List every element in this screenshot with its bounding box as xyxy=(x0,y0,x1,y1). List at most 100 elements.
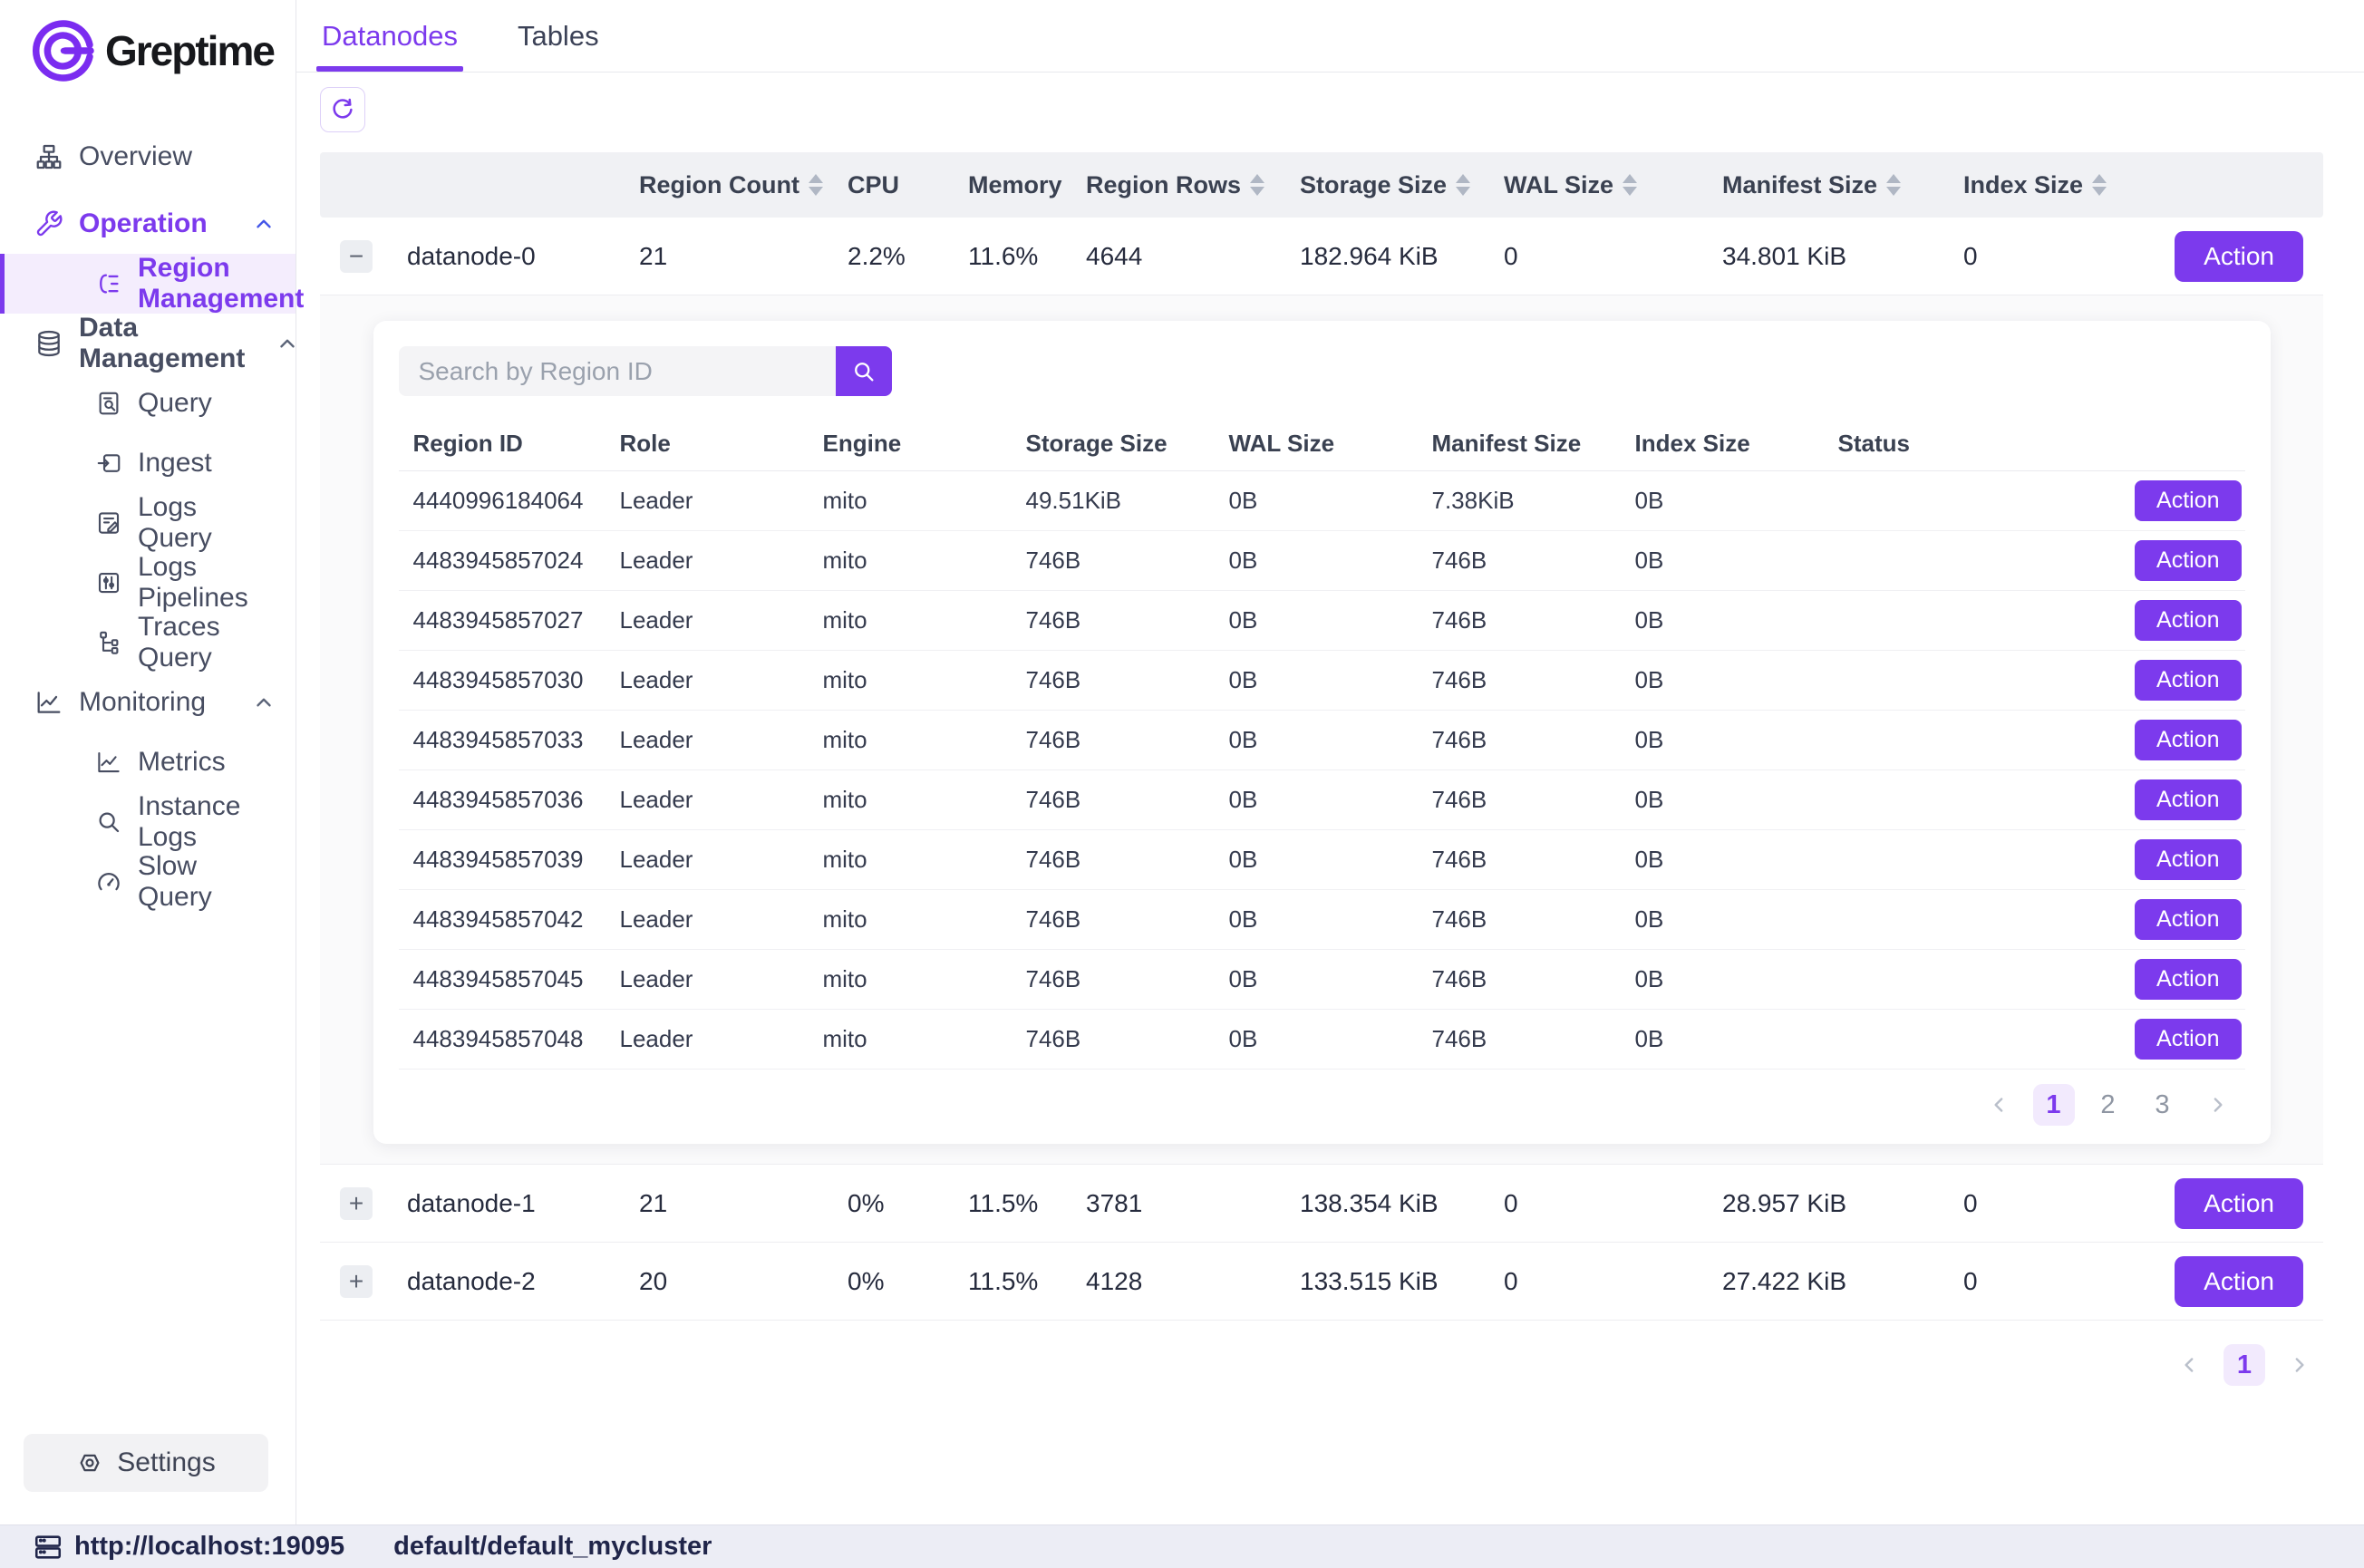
col-region-rows[interactable]: Region Rows xyxy=(1071,171,1285,199)
region-id-value: 4483945857027 xyxy=(399,606,606,634)
sort-icon[interactable] xyxy=(2092,174,2107,196)
region-rows-value: 4128 xyxy=(1071,1267,1285,1296)
region-panel: Region ID Role Engine Storage Size WAL S… xyxy=(373,321,2271,1144)
storage-size-value: 746B xyxy=(1012,905,1215,934)
sidebar-item-slow-query[interactable]: Slow Query xyxy=(0,852,296,912)
region-action-button[interactable]: Action xyxy=(2135,540,2241,581)
region-search-button[interactable] xyxy=(836,346,892,396)
sidebar-item-label: Slow Query xyxy=(138,851,276,913)
sidebar-item-query[interactable]: Query xyxy=(0,373,296,433)
page-1[interactable]: 1 xyxy=(2224,1344,2265,1386)
page-1[interactable]: 1 xyxy=(2033,1084,2075,1126)
engine-value: mito xyxy=(809,666,1012,694)
settings-button[interactable]: Settings xyxy=(24,1434,268,1492)
storage-size-value: 182.964 KiB xyxy=(1285,242,1489,271)
next-page-icon[interactable] xyxy=(2196,1084,2238,1126)
index-size-value: 0B xyxy=(1621,666,1824,694)
index-size-value: 0B xyxy=(1621,606,1824,634)
region-id-value: 4483945857048 xyxy=(399,1025,606,1053)
manifest-size-value: 746B xyxy=(1418,846,1621,874)
server-url[interactable]: http://localhost:19095 xyxy=(74,1532,344,1562)
sort-icon[interactable] xyxy=(1456,174,1470,196)
wrench-icon xyxy=(34,209,63,238)
col-storage-size[interactable]: Storage Size xyxy=(1285,171,1489,199)
region-row: 4483945857027 Leader mito 746B 0B 746B 0… xyxy=(399,591,2245,651)
sidebar-section-data-management[interactable]: Data Management xyxy=(0,314,296,373)
region-action-button[interactable]: Action xyxy=(2135,720,2241,760)
sort-icon[interactable] xyxy=(1250,174,1264,196)
region-action-button[interactable]: Action xyxy=(2135,660,2241,701)
region-count-value: 21 xyxy=(625,242,833,271)
prev-page-icon[interactable] xyxy=(1979,1084,2020,1126)
page-3[interactable]: 3 xyxy=(2142,1084,2184,1126)
col-index-size: Index Size xyxy=(1621,430,1824,458)
ingest-icon xyxy=(95,450,122,477)
wal-size-value: 0B xyxy=(1215,786,1418,814)
sidebar-section-monitoring[interactable]: Monitoring xyxy=(0,673,296,732)
datanode-pagination: 1 xyxy=(320,1344,2323,1386)
region-action-button[interactable]: Action xyxy=(2135,1019,2241,1060)
sidebar-item-overview[interactable]: Overview xyxy=(0,127,296,187)
col-index-size[interactable]: Index Size xyxy=(1949,171,2174,199)
prev-page-icon[interactable] xyxy=(2169,1344,2211,1386)
region-row: 4483945857042 Leader mito 746B 0B 746B 0… xyxy=(399,890,2245,950)
expand-row-button[interactable]: + xyxy=(340,1265,373,1298)
datanode-action-button[interactable]: Action xyxy=(2175,1178,2303,1229)
col-region-count[interactable]: Region Count xyxy=(625,171,833,199)
sidebar-item-metrics[interactable]: Metrics xyxy=(0,732,296,792)
region-action-button[interactable]: Action xyxy=(2135,899,2241,940)
region-search-input[interactable] xyxy=(399,346,836,396)
sidebar-item-instance-logs[interactable]: Instance Logs xyxy=(0,792,296,852)
region-action-button[interactable]: Action xyxy=(2135,779,2241,820)
sidebar-item-ingest[interactable]: Ingest xyxy=(0,433,296,493)
chevron-up-icon[interactable] xyxy=(252,691,276,714)
cluster-name[interactable]: default/default_mycluster xyxy=(393,1532,712,1562)
sidebar-item-label: Logs Query xyxy=(138,492,276,554)
sidebar-item-traces-query[interactable]: Traces Query xyxy=(0,613,296,673)
expand-row-button[interactable]: + xyxy=(340,1187,373,1220)
region-id-value: 4440996184064 xyxy=(399,487,606,515)
sidebar-item-logs-pipelines[interactable]: Logs Pipelines xyxy=(0,553,296,613)
sidebar-item-region-management[interactable]: Region Management xyxy=(0,254,296,314)
datanode-action-button[interactable]: Action xyxy=(2175,231,2303,282)
col-manifest-size: Manifest Size xyxy=(1418,430,1621,458)
region-id-value: 4483945857030 xyxy=(399,666,606,694)
storage-size-value: 746B xyxy=(1012,846,1215,874)
refresh-button[interactable] xyxy=(320,87,365,132)
region-table-header: Region ID Role Engine Storage Size WAL S… xyxy=(399,417,2245,471)
sidebar-item-logs-query[interactable]: Logs Query xyxy=(0,493,296,553)
storage-size-value: 746B xyxy=(1012,547,1215,575)
datanode-action-button[interactable]: Action xyxy=(2175,1256,2303,1307)
region-action-button[interactable]: Action xyxy=(2135,959,2241,1000)
collapse-row-button[interactable]: − xyxy=(340,240,373,273)
wal-size-value: 0B xyxy=(1215,846,1418,874)
col-wal-size[interactable]: WAL Size xyxy=(1489,171,1708,199)
region-row: 4440996184064 Leader mito 49.51KiB 0B 7.… xyxy=(399,471,2245,531)
index-size-value: 0 xyxy=(1949,242,2174,271)
sidebar-section-operation[interactable]: Operation xyxy=(0,194,296,254)
main-area: Datanodes Tables xyxy=(296,0,2364,1524)
storage-size-value: 746B xyxy=(1012,1025,1215,1053)
tab-datanodes[interactable]: Datanodes xyxy=(322,0,458,72)
role-value: Leader xyxy=(606,666,809,694)
manifest-size-value: 746B xyxy=(1418,726,1621,754)
page-2[interactable]: 2 xyxy=(2088,1084,2129,1126)
col-manifest-size[interactable]: Manifest Size xyxy=(1708,171,1949,199)
tab-tables[interactable]: Tables xyxy=(518,0,599,72)
chevron-up-icon[interactable] xyxy=(252,212,276,236)
storage-size-value: 746B xyxy=(1012,666,1215,694)
chevron-up-icon[interactable] xyxy=(276,332,299,355)
role-value: Leader xyxy=(606,846,809,874)
region-action-button[interactable]: Action xyxy=(2135,480,2241,521)
region-action-button[interactable]: Action xyxy=(2135,600,2241,641)
sort-icon[interactable] xyxy=(1886,174,1901,196)
region-rows-value: 4644 xyxy=(1071,242,1285,271)
wal-size-value: 0B xyxy=(1215,606,1418,634)
sitemap-icon xyxy=(34,142,63,171)
memory-value: 11.5% xyxy=(954,1267,1071,1296)
region-action-button[interactable]: Action xyxy=(2135,839,2241,880)
sort-icon[interactable] xyxy=(1623,174,1637,196)
app-window: Greptime Overview xyxy=(0,0,2364,1568)
next-page-icon[interactable] xyxy=(2278,1344,2320,1386)
sort-icon[interactable] xyxy=(809,174,823,196)
